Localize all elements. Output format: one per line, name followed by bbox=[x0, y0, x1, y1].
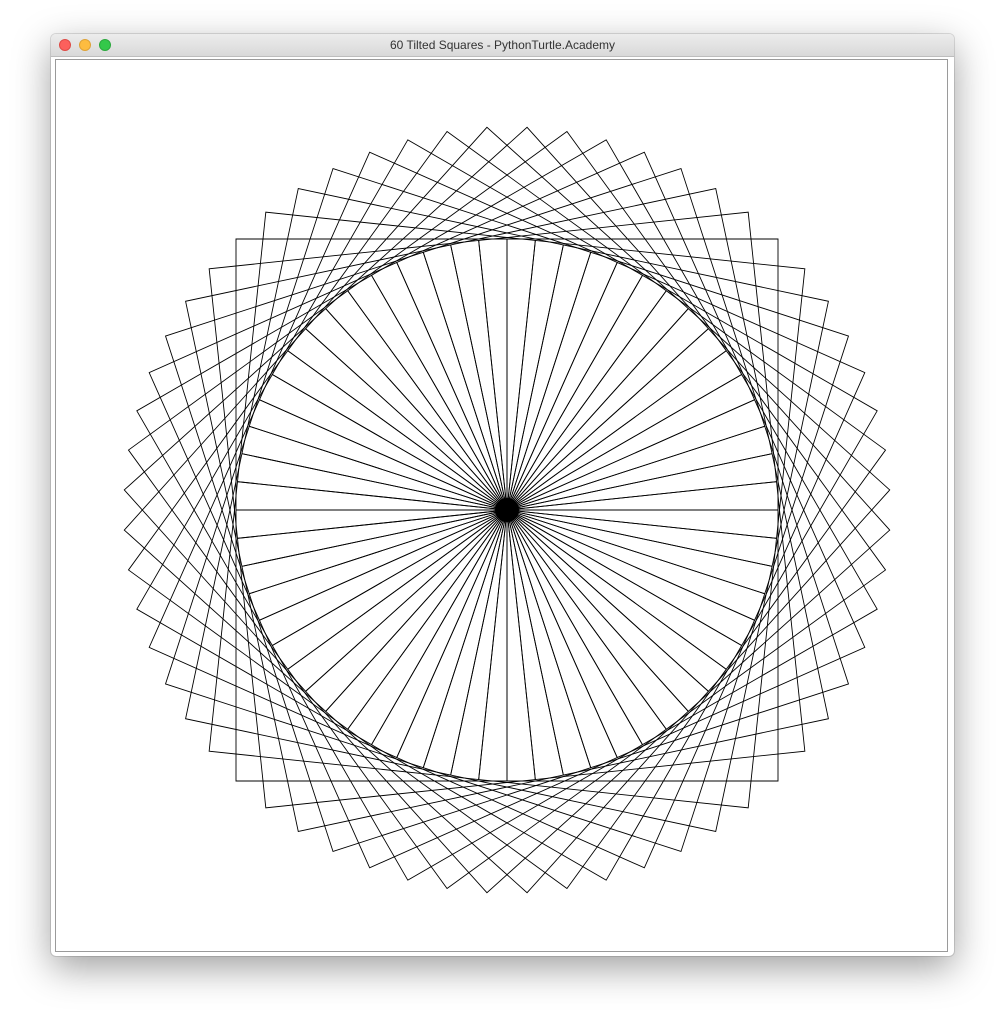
tilted-square bbox=[506, 481, 806, 781]
tilted-square bbox=[506, 509, 779, 782]
app-window: 60 Tilted Squares - PythonTurtle.Academy bbox=[51, 34, 954, 956]
tilted-square bbox=[287, 509, 667, 890]
tilted-square bbox=[127, 350, 508, 730]
window-title: 60 Tilted Squares - PythonTurtle.Academy bbox=[390, 38, 615, 52]
tilted-square bbox=[148, 261, 508, 621]
tilted-square bbox=[347, 509, 727, 890]
tilted-square bbox=[506, 239, 806, 539]
tilted-square bbox=[248, 509, 592, 853]
tilted-square bbox=[422, 167, 766, 511]
tilted-square bbox=[258, 509, 618, 869]
tilted-square bbox=[287, 130, 667, 511]
tilted-square bbox=[347, 130, 727, 511]
tilted-square bbox=[258, 151, 618, 511]
tilted-square bbox=[208, 239, 508, 539]
tilted-square bbox=[396, 151, 756, 511]
tilted-square bbox=[422, 509, 766, 853]
tilted-square bbox=[506, 425, 850, 769]
tilted-squares-drawing bbox=[56, 60, 947, 951]
tilted-square bbox=[236, 509, 536, 809]
tilted-square bbox=[236, 211, 536, 511]
turtle-canvas[interactable] bbox=[55, 59, 948, 952]
tilted-square bbox=[208, 481, 508, 781]
tilted-square bbox=[164, 251, 508, 595]
tilted-square bbox=[506, 251, 850, 595]
tilted-square bbox=[396, 509, 756, 869]
tilted-square bbox=[478, 509, 778, 809]
tilted-square bbox=[235, 509, 508, 782]
tilted-square bbox=[148, 399, 508, 759]
tilted-square bbox=[127, 290, 508, 670]
tilted-square bbox=[506, 261, 866, 621]
tilted-square bbox=[248, 167, 592, 511]
tilted-square bbox=[478, 211, 778, 511]
title-bar[interactable]: 60 Tilted Squares - PythonTurtle.Academy bbox=[51, 34, 954, 57]
tilted-square bbox=[506, 238, 779, 511]
tilted-square bbox=[506, 290, 887, 670]
center-dot bbox=[495, 498, 519, 522]
tilted-square bbox=[235, 238, 508, 511]
tilted-square bbox=[506, 350, 887, 730]
tilted-square bbox=[506, 399, 866, 759]
tilted-square bbox=[164, 425, 508, 769]
